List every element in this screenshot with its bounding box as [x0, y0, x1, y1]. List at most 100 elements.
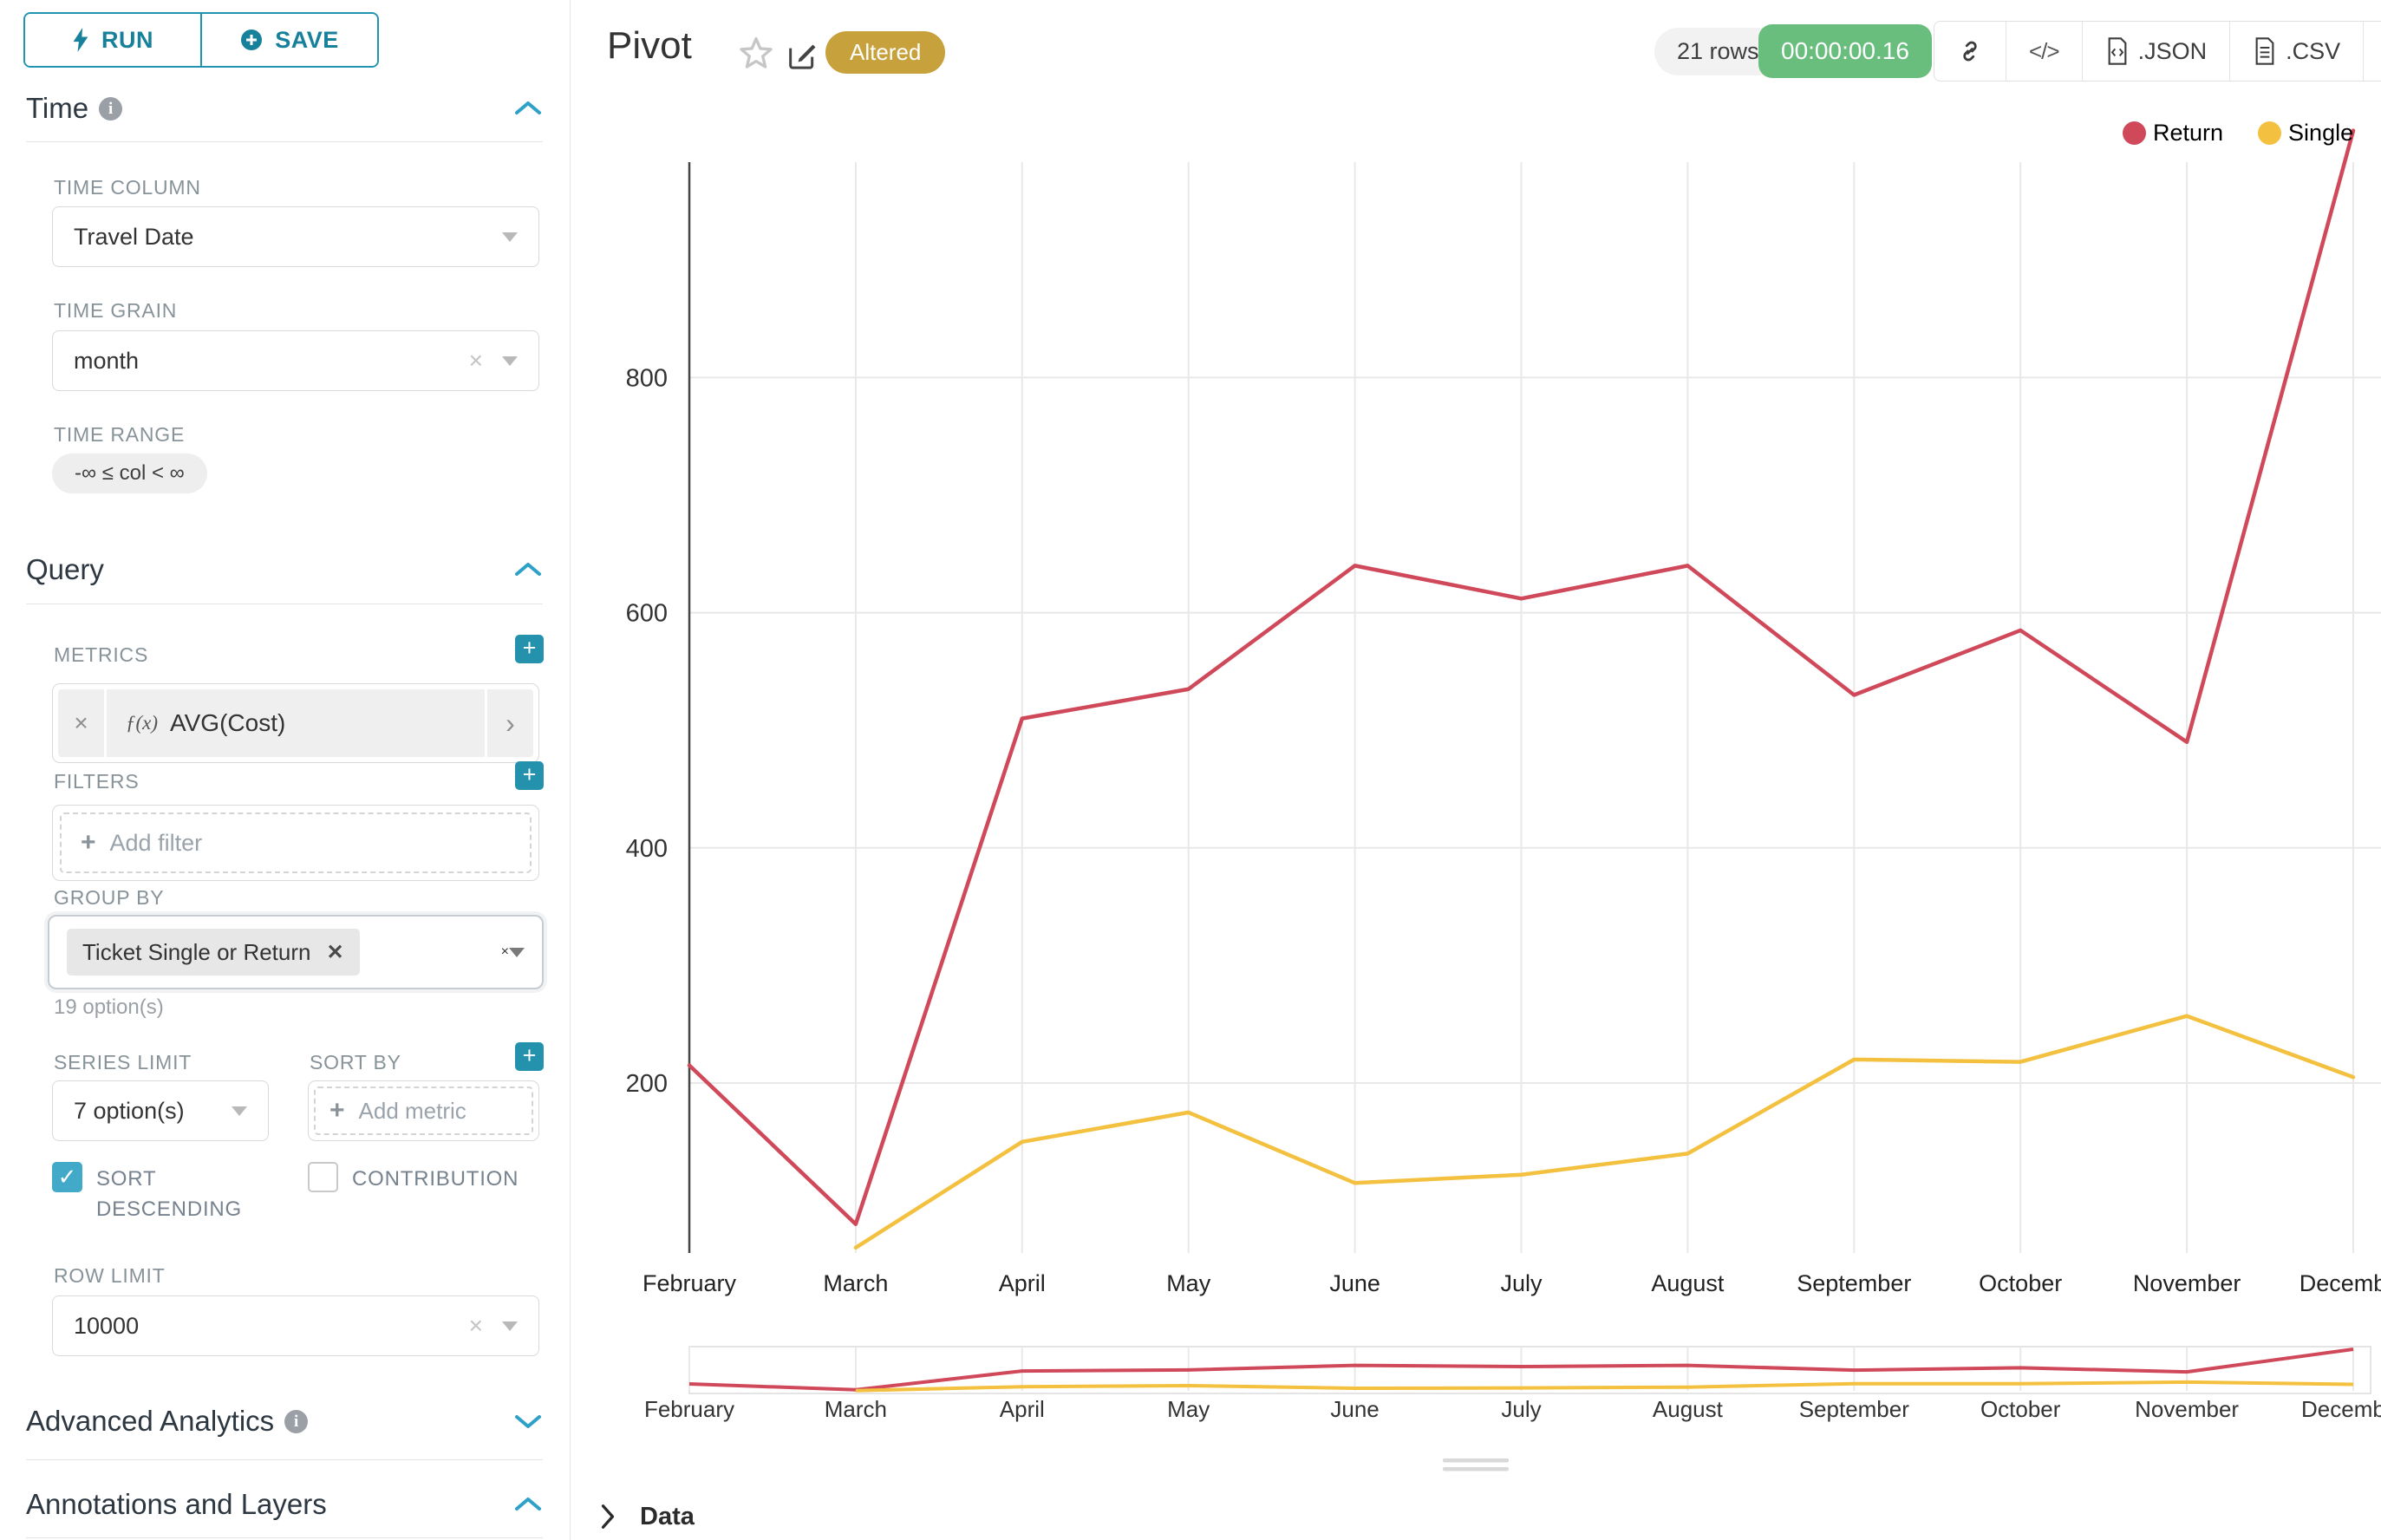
metric-pill[interactable]: ƒ(x) AVG(Cost) [107, 689, 485, 757]
time-column-label: TIME COLUMN [54, 176, 201, 199]
fx-icon: ƒ(x) [126, 712, 158, 734]
mini-x-tick-label: October [1980, 1396, 2061, 1422]
info-icon[interactable]: i [284, 1410, 308, 1433]
file-text-icon [2253, 37, 2277, 65]
x-axis-tick-label: February [643, 1270, 737, 1296]
resize-handle[interactable] [1443, 1467, 1509, 1471]
y-axis-tick-label: 600 [626, 600, 668, 628]
sort-by-label: SORT BY [310, 1051, 401, 1074]
time-grain-value: month [74, 348, 469, 375]
add-metric-text: Add metric [359, 1098, 466, 1125]
add-sort-metric-button[interactable]: + [515, 1042, 544, 1071]
chevron-up-icon[interactable] [513, 561, 543, 578]
time-column-value: Travel Date [74, 224, 502, 251]
mini-x-tick-label: March [825, 1396, 887, 1422]
chevron-down-icon[interactable] [513, 1413, 543, 1430]
contribution-control[interactable]: CONTRIBUTION [308, 1162, 559, 1195]
time-section-header[interactable]: Time i [26, 92, 543, 125]
run-button[interactable]: RUN [25, 14, 200, 66]
more-menu-button[interactable] [2363, 22, 2381, 81]
time-range-pill[interactable]: -∞ ≤ col < ∞ [52, 454, 207, 493]
chart-gridlines [689, 162, 2381, 1253]
group-by-hint: 19 option(s) [54, 995, 164, 1020]
time-column-select[interactable]: Travel Date [52, 206, 539, 267]
x-axis-tick-label: December [2299, 1270, 2381, 1296]
chart-series [689, 131, 2353, 1248]
y-axis-tick-label: 800 [626, 364, 668, 392]
query-section-header[interactable]: Query [26, 553, 543, 586]
group-by-select[interactable]: Ticket Single or Return ✕ × [48, 915, 544, 989]
advanced-analytics-header[interactable]: Advanced Analytics i [26, 1405, 543, 1438]
chevron-down-icon [232, 1106, 247, 1116]
x-axis-tick-label: October [1979, 1270, 2062, 1296]
filters-dropzone: + Add filter [52, 805, 539, 881]
mini-x-tick-label: July [1501, 1396, 1541, 1422]
export-json-button[interactable]: .JSON [2082, 22, 2230, 81]
group-by-label: GROUP BY [54, 886, 164, 910]
time-section-title: Time [26, 92, 88, 125]
info-icon[interactable]: i [99, 97, 122, 121]
star-icon[interactable] [737, 35, 775, 73]
x-axis-tick-label: April [999, 1270, 1046, 1296]
sort-descending-label: SORT DESCENDING [96, 1162, 269, 1225]
add-filter-button[interactable]: + [515, 761, 544, 790]
x-axis-tick-label: March [823, 1270, 888, 1296]
chevron-down-icon [502, 232, 518, 242]
link-icon [1957, 38, 1983, 64]
group-by-tag[interactable]: Ticket Single or Return ✕ [67, 929, 360, 976]
sort-descending-control[interactable]: ✓ SORT DESCENDING [52, 1162, 269, 1225]
section-divider [26, 1537, 543, 1538]
embed-code-button[interactable]: </> [2006, 22, 2082, 81]
plus-icon: + [81, 828, 96, 858]
filters-label: FILTERS [54, 770, 139, 793]
legend-item-return[interactable]: Return [2123, 120, 2223, 147]
add-filter-dashed[interactable]: + Add filter [60, 812, 532, 873]
file-code-icon [2105, 37, 2130, 65]
metric-name: AVG(Cost) [170, 709, 285, 737]
copy-link-button[interactable] [1934, 22, 2006, 81]
expand-metric-icon[interactable]: › [485, 689, 533, 757]
mini-series-line-Return [689, 1349, 2353, 1390]
legend-item-single[interactable]: Single [2258, 120, 2353, 147]
export-csv-button[interactable]: .CSV [2229, 22, 2363, 81]
save-label: SAVE [275, 27, 339, 54]
mini-x-tick-label: August [1653, 1396, 1724, 1422]
mini-x-tick-label: April [1000, 1396, 1045, 1422]
edit-icon[interactable] [785, 38, 819, 73]
advanced-analytics-title: Advanced Analytics [26, 1405, 274, 1438]
remove-metric-icon[interactable]: × [58, 689, 107, 757]
resize-handle[interactable] [1443, 1458, 1509, 1463]
data-panel-header[interactable]: Data [571, 1493, 2381, 1540]
series-limit-select[interactable]: 7 option(s) [52, 1080, 269, 1141]
save-button[interactable]: SAVE [200, 14, 377, 66]
time-grain-select[interactable]: month × [52, 330, 539, 391]
clear-icon[interactable]: × [469, 347, 483, 375]
chevron-up-icon[interactable] [513, 100, 543, 117]
annotations-header[interactable]: Annotations and Layers [26, 1488, 543, 1521]
clear-icon[interactable]: × [501, 944, 509, 960]
x-axis-tick-label: July [1500, 1270, 1543, 1296]
chart-legend: Return Single [2123, 120, 2353, 147]
row-limit-select[interactable]: 10000 × [52, 1295, 539, 1356]
group-by-tag-label: Ticket Single or Return [82, 939, 310, 966]
add-filter-text: Add filter [110, 830, 203, 857]
range-slider[interactable]: FebruaryMarchAprilMayJuneJulyAugustSepte… [644, 1347, 2381, 1422]
chevron-down-icon [502, 1321, 518, 1331]
y-axis-tick-label: 200 [626, 1070, 668, 1098]
page-title: Pivot [607, 24, 692, 68]
plus-circle-icon [240, 29, 263, 51]
add-metric-dashed[interactable]: + Add metric [314, 1086, 533, 1135]
mini-x-tick-label: December [2301, 1396, 2381, 1422]
remove-tag-icon[interactable]: ✕ [326, 940, 343, 965]
plus-icon: + [329, 1096, 345, 1126]
checkbox-empty-icon[interactable] [308, 1162, 338, 1192]
mini-series-line-Single [856, 1382, 2353, 1391]
altered-badge[interactable]: Altered [825, 31, 945, 74]
add-metric-button[interactable]: + [515, 635, 544, 663]
checkbox-checked-icon[interactable]: ✓ [52, 1162, 82, 1192]
mini-x-tick-label: February [644, 1396, 734, 1422]
clear-icon[interactable]: × [469, 1312, 483, 1340]
chevron-up-icon[interactable] [513, 1496, 543, 1513]
json-label: .JSON [2138, 38, 2208, 65]
run-save-group: RUN SAVE [23, 12, 379, 68]
